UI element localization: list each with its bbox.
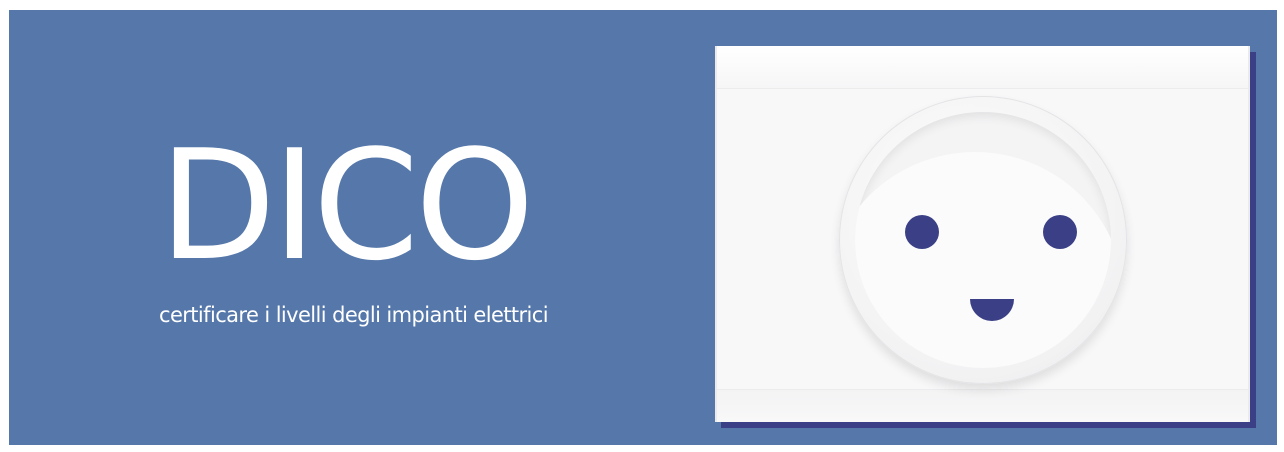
banner: DICO certificare i livelli degli impiant… (9, 10, 1277, 445)
banner-title: DICO (159, 117, 535, 294)
banner-subtitle: certificare i livelli degli impianti ele… (159, 303, 549, 327)
socket-right-eye (1043, 215, 1077, 249)
socket-shine (855, 152, 1111, 368)
plate-left-edge (715, 46, 717, 422)
socket-plate (715, 46, 1250, 422)
plate-bottom-band (715, 389, 1250, 422)
socket-left-eye (905, 215, 939, 249)
plate-right-edge (1248, 46, 1250, 422)
plate-top-band (715, 46, 1250, 89)
